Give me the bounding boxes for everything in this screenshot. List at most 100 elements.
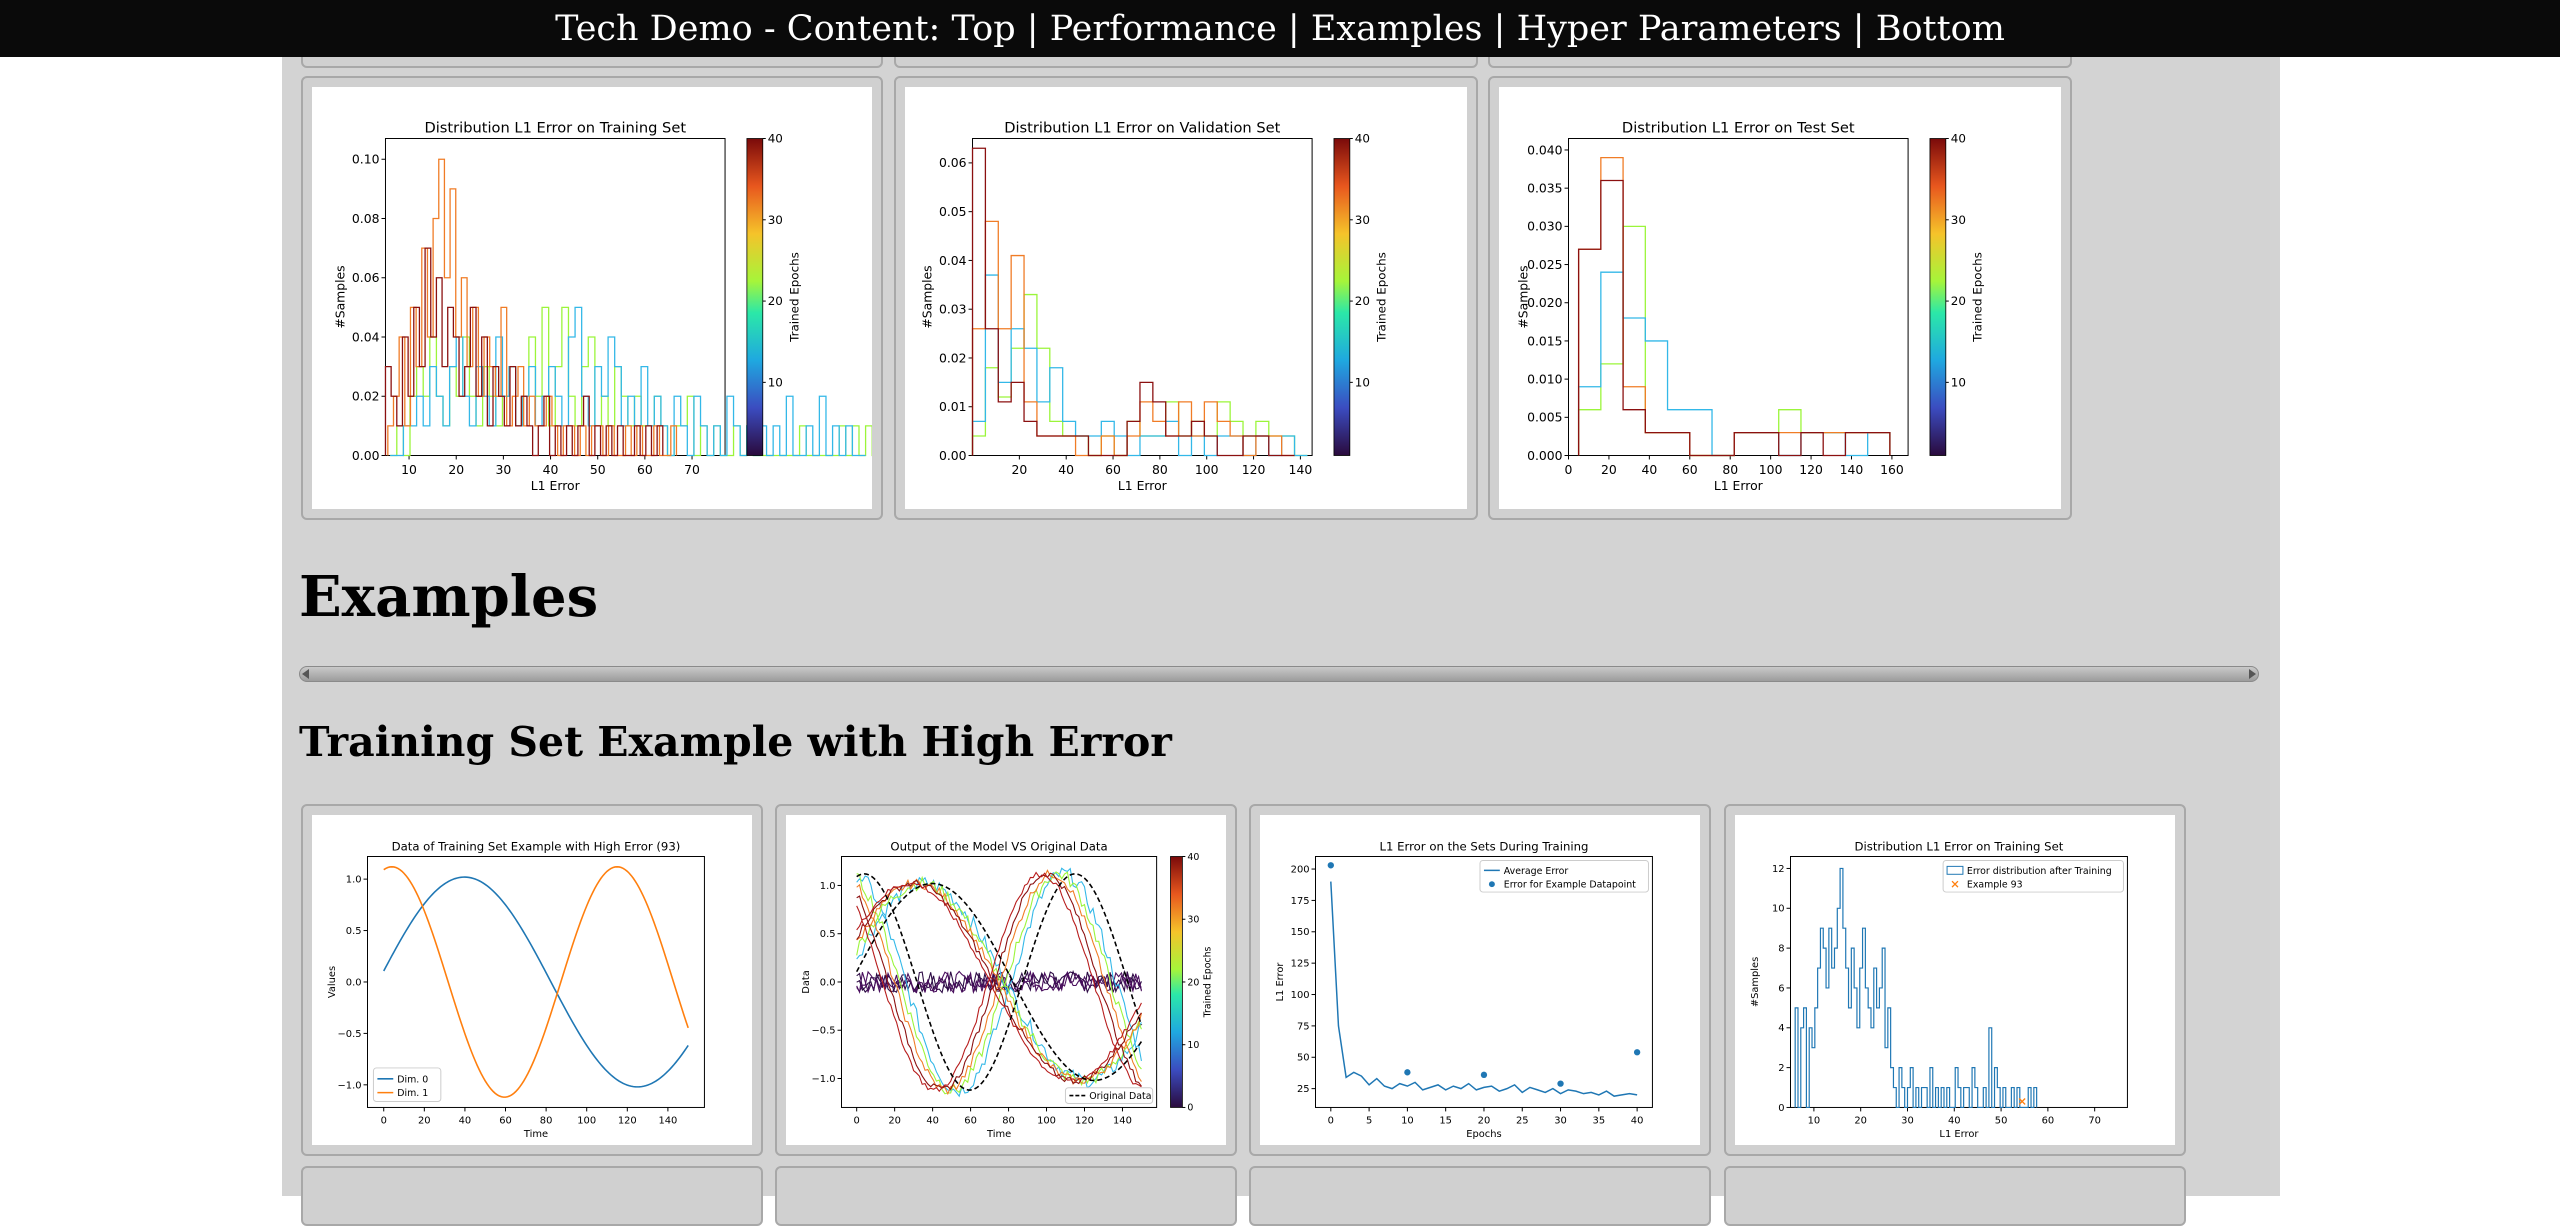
horizontal-scrollbar[interactable] [299, 666, 2259, 682]
colorbar-label: Trained Epochs [1203, 946, 1214, 1018]
x-tick-label: 10 [1808, 1115, 1821, 1126]
chart-frame-validation-distribution: 20 40 60 80 100 120 140 0.00 0.01 0.02 0.03 0.04 0.0… [894, 76, 1478, 520]
x-tick-label: 140 [1113, 1115, 1132, 1126]
chart-test-distribution: 0 20 40 60 80 100 120 140 160 0.000 0.005 0.010 0.01… [1516, 120, 1985, 494]
y-axis-label: #Samples [1750, 957, 1761, 1007]
nav-link-bottom[interactable]: Bottom [1876, 9, 2005, 49]
x-axis-label: L1 Error [1939, 1129, 1979, 1140]
x-tick-label: 100 [577, 1115, 596, 1126]
y-tick-label: −0.5 [812, 1026, 836, 1037]
x-axis-label: Time [523, 1129, 548, 1140]
x-tick-label: 0 [1565, 462, 1573, 477]
y-tick-label: −0.5 [338, 1029, 362, 1040]
x-tick-label: 40 [1641, 462, 1657, 477]
x-tick-label: 10 [1401, 1115, 1414, 1126]
y-tick-label: 50 [1297, 1053, 1310, 1064]
colorbar-tick-label: 10 [1951, 376, 1966, 390]
x-tick-label: 140 [1840, 462, 1864, 477]
y-axis-label: Values [327, 966, 338, 998]
y-tick-label: 0.03 [939, 302, 967, 317]
x-tick-label: 80 [1722, 462, 1738, 477]
colorbar [1929, 138, 1947, 456]
x-tick-label: 0 [854, 1115, 860, 1126]
histogram-series [971, 147, 1295, 457]
nav-link-performance[interactable]: Performance [1050, 9, 1277, 49]
colorbar-tick-label: 20 [1951, 294, 1966, 308]
y-tick-label: 0.0 [820, 977, 836, 988]
y-tick-label: 12 [1772, 864, 1785, 875]
x-tick-label: 20 [1478, 1115, 1491, 1126]
chart-frame-training-distribution: 10 20 30 40 50 60 70 0.00 0.02 0.04 0.06 0.08 0.10 Di… [301, 76, 883, 520]
nav-link-top[interactable]: Top [952, 9, 1016, 49]
frame-partial-bottom-3 [1249, 1166, 1711, 1226]
legend-label: Dim. 0 [397, 1074, 428, 1085]
x-tick-label: 30 [495, 462, 511, 477]
legend-label: Example 93 [1967, 880, 2023, 891]
y-tick-label: 0.10 [352, 152, 380, 167]
colorbar-tick-label: 20 [1355, 294, 1370, 308]
y-tick-label: 0.06 [352, 270, 380, 285]
x-tick-label: 30 [1901, 1115, 1914, 1126]
colorbar-tick-label: 20 [768, 294, 783, 308]
frame-partial-bottom-4 [1724, 1166, 2186, 1226]
plot-frame [1790, 856, 2128, 1108]
colorbar-label: Trained Epochs [788, 252, 802, 343]
x-tick-label: 40 [459, 1115, 472, 1126]
x-tick-label: 20 [418, 1115, 431, 1126]
chart-validation-distribution: 20 40 60 80 100 120 140 0.00 0.01 0.02 0.03 0.04 0.0… [920, 120, 1389, 494]
y-tick-label: 0.000 [1527, 448, 1563, 463]
nav-link-hyper-parameters[interactable]: Hyper Parameters [1517, 9, 1842, 49]
chart-example-data: 0 20 40 60 80 100 120 140 −1.0 −0.5 0.0 0.5 1.0 Data … [327, 840, 705, 1140]
x-tick-label: 15 [1439, 1115, 1452, 1126]
frame-partial-bottom-2 [775, 1166, 1237, 1226]
chart-model-output: 0 20 40 60 80 100 120 140−1.0−0.50.00.51.0Outpu… [801, 840, 1214, 1141]
y-tick-label: 6 [1778, 983, 1784, 994]
scroll-right-arrow-icon[interactable] [2249, 669, 2256, 679]
chart-frame-model-output: 0 20 40 60 80 100 120 140 −1.0 −0.5 0.0 0.5 1.0 Outpu… [775, 804, 1237, 1156]
chart-title: L1 Error on the Sets During Training [1380, 840, 1589, 854]
scroll-left-arrow-icon[interactable] [302, 669, 309, 679]
x-tick-label: 5 [1366, 1115, 1372, 1126]
chart-title: Data of Training Set Example with High E… [392, 840, 681, 854]
y-tick-label: 0.01 [939, 399, 967, 414]
y-tick-label: 1.0 [820, 881, 836, 892]
x-axis-label: L1 Error [531, 478, 581, 493]
y-tick-label: 75 [1297, 1021, 1310, 1032]
y-tick-label: 0.5 [820, 929, 836, 940]
colorbar-tick-label: 30 [1951, 213, 1966, 227]
histogram-series [971, 220, 1295, 457]
examples-heading: Examples [299, 564, 599, 630]
x-tick-label: 60 [2042, 1115, 2055, 1126]
y-axis-label: #Samples [333, 265, 348, 328]
nav-link-examples[interactable]: Examples [1311, 9, 1483, 49]
chart-title: Output of the Model VS Original Data [890, 840, 1107, 854]
colorbar-tick-label: 30 [1355, 213, 1370, 227]
x-tick-label: 25 [1516, 1115, 1529, 1126]
x-tick-label: 80 [1002, 1115, 1015, 1126]
nav-separator: | [1287, 9, 1300, 49]
y-tick-label: 0.0 [346, 977, 362, 988]
x-tick-label: 60 [964, 1115, 977, 1126]
x-tick-label: 40 [543, 462, 559, 477]
x-tick-label: 30 [1554, 1115, 1567, 1126]
y-tick-label: 0.035 [1527, 181, 1562, 196]
y-tick-label: 0.5 [346, 926, 362, 937]
chart-title: Distribution L1 Error on Validation Set [1004, 120, 1280, 137]
colorbar-tick-label: 10 [1355, 376, 1370, 390]
colorbar-tick-label: 40 [1951, 132, 1966, 146]
colorbar [1170, 856, 1183, 1108]
example-error-point [1557, 1080, 1564, 1087]
x-tick-label: 20 [1601, 462, 1617, 477]
chart-title: Distribution L1 Error on Training Set [1855, 840, 2064, 854]
y-tick-label: 0.015 [1527, 333, 1562, 348]
x-tick-label: 70 [684, 462, 700, 477]
x-tick-label: 60 [637, 462, 653, 477]
x-tick-label: 80 [540, 1115, 553, 1126]
x-tick-label: 60 [1105, 462, 1121, 477]
x-tick-label: 40 [926, 1115, 939, 1126]
y-tick-label: 0.040 [1527, 142, 1563, 157]
x-tick-label: 50 [1995, 1115, 2008, 1126]
y-tick-label: 125 [1291, 959, 1310, 970]
y-tick-label: 200 [1291, 865, 1310, 876]
x-tick-label: 100 [1759, 462, 1783, 477]
